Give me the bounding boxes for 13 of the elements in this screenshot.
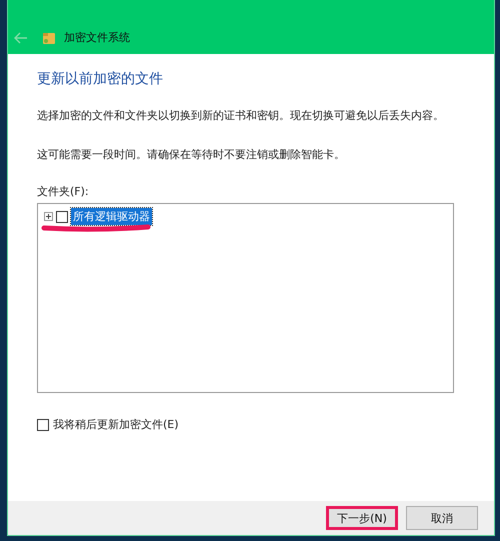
tree-checkbox[interactable] xyxy=(56,210,68,222)
tree-item[interactable]: 所有逻辑驱动器 xyxy=(71,208,152,225)
instruction-text: 这可能需要一段时间。请确保在等待时不要注销或删除智能卡。 xyxy=(37,147,346,162)
next-button[interactable]: 下一步(N) xyxy=(326,506,398,530)
page-heading: 更新以前加密的文件 xyxy=(37,70,164,88)
later-checkbox[interactable] xyxy=(37,418,49,430)
instruction-text: 选择加密的文件和文件夹以切换到新的证书和密钥。现在切换可避免以后丢失内容。 xyxy=(37,108,445,123)
folder-label: 文件夹(F): xyxy=(37,184,90,199)
expand-icon[interactable] xyxy=(44,212,53,221)
cancel-button[interactable]: 取消 xyxy=(406,506,478,530)
folder-tree[interactable]: 所有逻辑驱动器 xyxy=(37,203,454,393)
later-checkbox-label: 我将稍后更新加密文件(E) xyxy=(53,417,179,432)
window-title: 加密文件系统 xyxy=(64,30,130,45)
